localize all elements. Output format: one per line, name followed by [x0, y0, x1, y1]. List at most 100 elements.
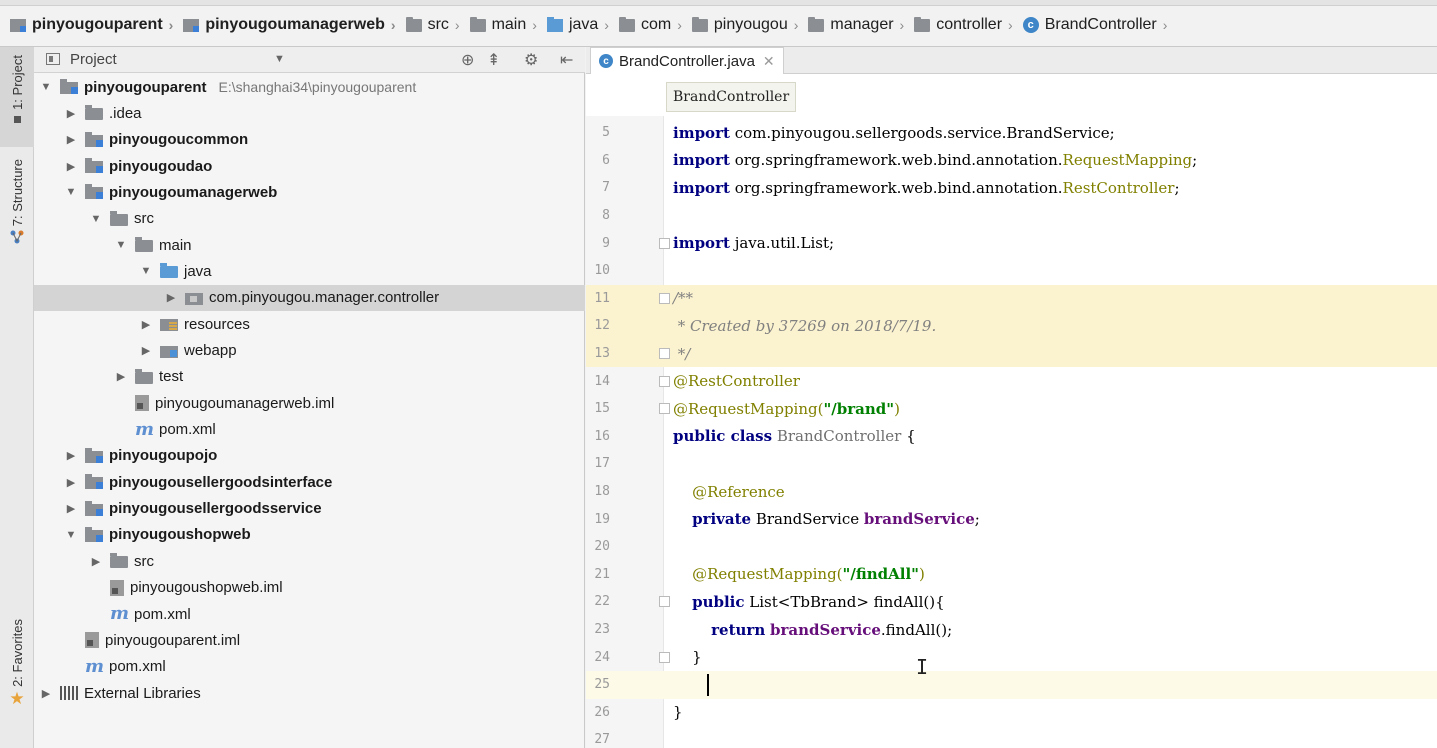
tree-item[interactable]: ▶ test — [34, 364, 585, 390]
tree-item[interactable]: m pom.xml — [34, 654, 585, 680]
fold-marker-icon[interactable] — [659, 292, 670, 304]
tree-item[interactable]: pinyougoushopweb.iml — [34, 575, 585, 601]
tree-item[interactable]: ▼ pinyougoumanagerweb — [34, 179, 585, 205]
structure-tool-tab[interactable]: 7: Structure — [0, 159, 34, 269]
tree-item-label: pom.xml — [134, 605, 191, 623]
code-line[interactable]: 15 @RequestMapping("/brand") — [586, 395, 1437, 423]
tree-item[interactable]: ▶ com.pinyougou.manager.controller — [34, 284, 585, 311]
tree-item-label: pinyougoumanagerweb — [109, 183, 278, 201]
tree-item[interactable]: ▼ pinyougouparent E:\shanghai34\pinyougoup… — [34, 74, 585, 100]
collapse-arrow-icon[interactable]: ▶ — [40, 687, 52, 700]
collapse-arrow-icon[interactable]: ▶ — [140, 344, 152, 357]
code-line[interactable]: 16 public class BrandController { — [586, 423, 1437, 451]
collapse-arrow-icon[interactable]: ▶ — [65, 133, 77, 146]
tree-item[interactable]: ▶ External Libraries — [34, 680, 585, 706]
breadcrumb-item[interactable]: pinyougouparent › — [8, 16, 181, 34]
code-line[interactable]: 19 private BrandService brandService; — [586, 505, 1437, 533]
expand-arrow-icon[interactable]: ▼ — [65, 186, 77, 198]
tree-item[interactable]: ▼ pinyougoushopweb — [34, 522, 585, 548]
expand-arrow-icon[interactable]: ▼ — [90, 213, 102, 225]
collapse-arrow-icon[interactable]: ▶ — [65, 476, 77, 489]
fold-marker-icon[interactable] — [659, 596, 670, 608]
collapse-arrow-icon[interactable]: ▶ — [65, 449, 77, 462]
code-line[interactable]: 18 @Reference — [586, 478, 1437, 506]
folder-icon — [135, 368, 153, 384]
breadcrumb-separator-icon: › — [532, 17, 537, 33]
collapse-icon[interactable]: ⇞ — [487, 50, 500, 70]
locate-icon[interactable]: ⊕ — [461, 50, 474, 70]
tree-item[interactable]: ▶ pinyougousellergoodsinterface — [34, 469, 585, 495]
code-line[interactable]: 6 import org.springframework.web.bind.ann… — [586, 147, 1437, 175]
expand-arrow-icon[interactable]: ▼ — [65, 529, 77, 541]
code-line[interactable]: 8 — [586, 202, 1437, 230]
collapse-arrow-icon[interactable]: ▶ — [165, 291, 177, 304]
tree-item[interactable]: ▶ src — [34, 548, 585, 574]
collapse-arrow-icon[interactable]: ▶ — [65, 160, 77, 173]
fold-marker-icon[interactable] — [659, 237, 670, 249]
tree-item[interactable]: ▶ webapp — [34, 338, 585, 364]
tree-item[interactable]: ▶ pinyougoupojo — [34, 443, 585, 469]
tree-item[interactable]: ▶ pinyougoudao — [34, 153, 585, 179]
settings-gear-icon[interactable]: ⚙ — [524, 50, 538, 70]
code-line[interactable]: 12 * Created by 37269 on 2018/7/19. — [586, 312, 1437, 340]
tree-item[interactable]: ▶ .idea — [34, 100, 585, 126]
collapse-arrow-icon[interactable]: ▶ — [65, 502, 77, 515]
tree-item[interactable]: ▶ resources — [34, 311, 585, 337]
code-line[interactable]: 7 import org.springframework.web.bind.ann… — [586, 174, 1437, 202]
breadcrumb-item[interactable]: com › — [617, 16, 690, 34]
expand-arrow-icon[interactable]: ▼ — [40, 81, 52, 93]
tree-item[interactable]: m pom.xml — [34, 417, 585, 443]
code-line[interactable]: 9 import java.util.List; — [586, 229, 1437, 257]
close-tab-icon[interactable]: ✕ — [763, 53, 775, 70]
collapse-arrow-icon[interactable]: ▶ — [90, 555, 102, 568]
tree-item[interactable]: m pom.xml — [34, 601, 585, 627]
fold-marker-icon[interactable] — [659, 651, 670, 663]
code-line[interactable]: 10 — [586, 257, 1437, 285]
breadcrumb-item[interactable]: src › — [404, 16, 468, 34]
breadcrumb-item[interactable]: pinyougoumanagerweb › — [181, 16, 403, 34]
fold-marker-icon[interactable] — [659, 348, 670, 360]
code-line[interactable]: 27 — [586, 726, 1437, 748]
code-line[interactable]: 5 import com.pinyougou.sellergoods.servic… — [586, 119, 1437, 147]
breadcrumb-item[interactable]: controller › — [912, 16, 1020, 34]
project-tool-tab[interactable]: 1: Project — [0, 47, 34, 147]
code-line[interactable]: 26} — [586, 699, 1437, 727]
view-dropdown-icon[interactable]: ▼ — [274, 53, 285, 65]
favorites-tool-tab[interactable]: 2: Favorites ★ — [0, 619, 34, 729]
breadcrumb-item[interactable]: java › — [545, 16, 617, 34]
breadcrumb-item[interactable]: c BrandController › — [1021, 16, 1176, 34]
expand-arrow-icon[interactable]: ▼ — [140, 265, 152, 277]
code-line[interactable]: 13 */ — [586, 339, 1437, 368]
code-line[interactable]: 11 /** — [586, 284, 1437, 313]
code-line[interactable]: 23 return brandService.findAll(); — [586, 616, 1437, 644]
editor-tab[interactable]: c BrandController.java ✕ — [590, 47, 784, 74]
breadcrumb-item[interactable]: pinyougou › — [690, 16, 807, 34]
code-line[interactable]: 17 — [586, 450, 1437, 478]
hide-panel-icon[interactable]: ⇤ — [560, 50, 573, 70]
project-tool-icon — [13, 115, 21, 123]
tree-item[interactable]: ▼ src — [34, 206, 585, 232]
code-line[interactable]: 21 @RequestMapping("/findAll") — [586, 561, 1437, 589]
code-line[interactable]: 24 } — [586, 643, 1437, 671]
tree-item[interactable]: pinyougouparent.iml — [34, 627, 585, 653]
collapse-arrow-icon[interactable]: ▶ — [65, 107, 77, 120]
tree-item[interactable]: ▼ main — [34, 232, 585, 258]
fold-marker-icon[interactable] — [659, 403, 670, 415]
collapse-arrow-icon[interactable]: ▶ — [115, 370, 127, 383]
breadcrumb-item[interactable]: main › — [468, 16, 545, 34]
tree-item[interactable]: ▼ java — [34, 258, 585, 284]
collapse-arrow-icon[interactable]: ▶ — [140, 318, 152, 331]
tree-item[interactable]: ▶ pinyougoucommon — [34, 127, 585, 153]
code-line[interactable]: 25 I — [586, 655, 1437, 699]
code-line[interactable]: 14 @RestController — [586, 367, 1437, 395]
code-area[interactable]: 5 import com.pinyougou.sellergoods.servic… — [586, 116, 1437, 748]
tree-item[interactable]: pinyougoumanagerweb.iml — [34, 390, 585, 416]
project-tool-tab-label: 1: Project — [9, 55, 25, 110]
fold-marker-icon[interactable] — [659, 375, 670, 387]
breadcrumb-item[interactable]: manager › — [806, 16, 912, 34]
expand-arrow-icon[interactable]: ▼ — [115, 239, 127, 251]
tree-item[interactable]: ▶ pinyougousellergoodsservice — [34, 496, 585, 522]
code-line[interactable]: 20 — [586, 533, 1437, 561]
code-line[interactable]: 22 public List<TbBrand> findAll(){ — [586, 588, 1437, 616]
